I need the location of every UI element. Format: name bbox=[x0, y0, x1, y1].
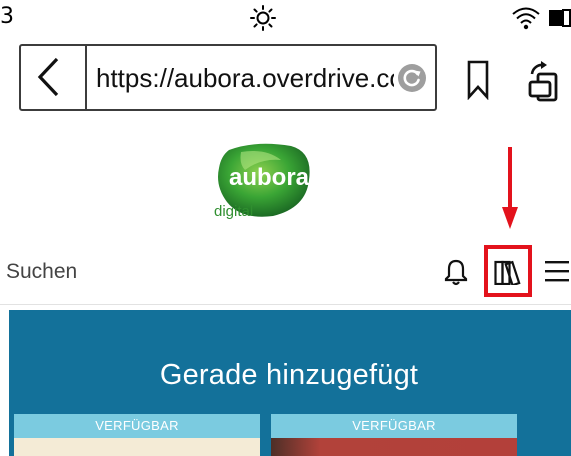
logo-main-text: aubora bbox=[229, 164, 310, 191]
divider bbox=[85, 46, 87, 109]
availability-badge: VERFÜGBAR bbox=[271, 414, 517, 438]
reload-icon[interactable] bbox=[397, 63, 427, 93]
menu-icon[interactable] bbox=[543, 258, 571, 284]
book-card[interactable]: VERFÜGBAR bbox=[14, 414, 260, 456]
url-input[interactable]: https://aubora.overdrive.com/ bbox=[96, 61, 394, 95]
library-logo: aubora digital bbox=[214, 143, 310, 220]
rotate-screen-icon[interactable] bbox=[527, 60, 561, 104]
chevron-left-icon bbox=[37, 57, 59, 97]
section-title: Gerade hinzugefügt bbox=[159, 359, 419, 391]
logo-sub-text: digital bbox=[214, 203, 253, 220]
notification-bell-icon[interactable] bbox=[444, 258, 468, 286]
annotation-arrow bbox=[502, 147, 518, 229]
divider bbox=[0, 304, 571, 305]
wifi-icon bbox=[512, 7, 540, 30]
search-input[interactable]: Suchen bbox=[6, 260, 77, 284]
book-card[interactable]: VERFÜGBAR bbox=[271, 414, 517, 456]
book-cover[interactable] bbox=[271, 438, 517, 456]
availability-badge: VERFÜGBAR bbox=[14, 414, 260, 438]
bookshelf-button[interactable] bbox=[484, 245, 532, 297]
recently-added-section: Gerade hinzugefügt VERFÜGBAR VERFÜGBAR bbox=[9, 310, 571, 456]
back-button[interactable] bbox=[21, 46, 85, 109]
book-cover[interactable] bbox=[14, 438, 260, 456]
brightness-icon[interactable] bbox=[250, 5, 276, 31]
status-left-text: 3 bbox=[0, 4, 14, 29]
bookshelf-icon bbox=[494, 260, 521, 285]
bookmark-icon[interactable] bbox=[467, 60, 489, 100]
battery-icon bbox=[549, 9, 571, 27]
status-bar: 3 bbox=[0, 0, 571, 34]
address-bar[interactable]: https://aubora.overdrive.com/ bbox=[19, 44, 437, 111]
